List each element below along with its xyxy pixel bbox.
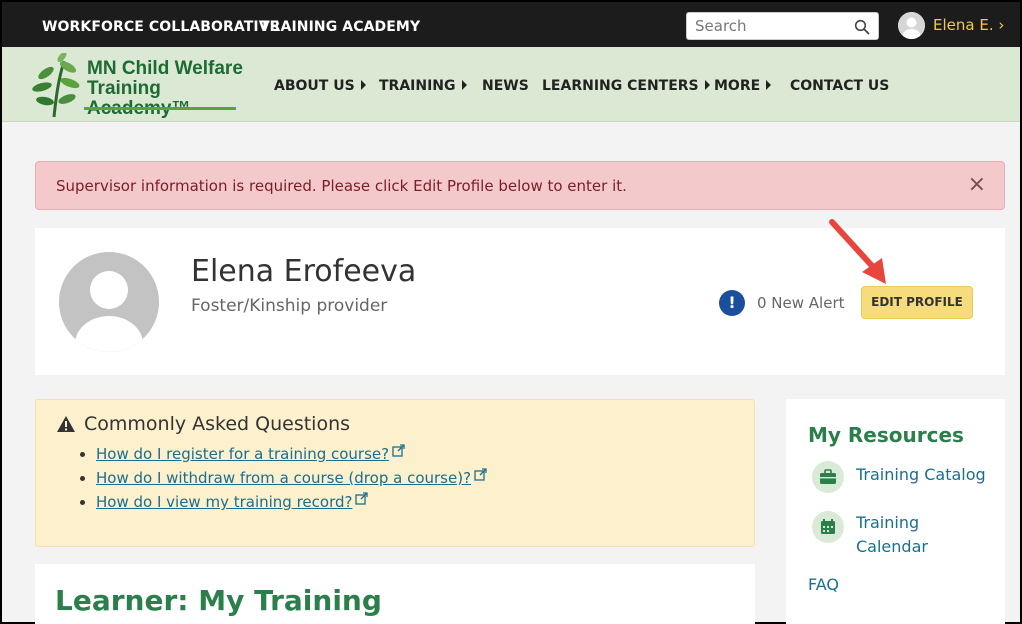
calendar-line2: Calendar	[856, 537, 928, 556]
top-bar: WORKFORCE COLLABORATIVE TRAINING ACADEMY…	[2, 2, 1020, 47]
new-alert-count[interactable]: 0 New Alert	[757, 294, 845, 312]
faq-link-register[interactable]: How do I register for a training course?	[96, 445, 389, 463]
alert-message: Supervisor information is required. Plea…	[56, 177, 627, 195]
profile-name: Elena Erofeeva	[191, 254, 417, 289]
caret-right-icon	[704, 80, 710, 90]
faq-link-withdraw[interactable]: How do I withdraw from a course (drop a …	[96, 469, 471, 487]
resources-title: My Resources	[808, 423, 964, 447]
faq-title: Commonly Asked Questions	[84, 413, 351, 435]
search-input[interactable]	[687, 13, 847, 39]
nav-about-us[interactable]: ABOUT US	[274, 78, 366, 94]
logo-line1: MN Child Welfare	[87, 58, 243, 79]
nav-news[interactable]: NEWS	[482, 78, 529, 94]
user-menu-link[interactable]: Elena E. ›	[933, 16, 1004, 34]
profile-role: Foster/Kinship provider	[191, 296, 388, 316]
nav-training-label: TRAINING	[379, 78, 456, 94]
briefcase-icon	[812, 461, 844, 493]
training-catalog-link[interactable]: Training Catalog	[856, 463, 996, 487]
nav-learning-centers[interactable]: LEARNING CENTERS	[542, 78, 710, 94]
mn-child-welfare-logo[interactable]: MN Child Welfare Training Academy™	[32, 53, 252, 119]
exclamation-icon[interactable]: !	[719, 290, 745, 316]
warning-triangle-icon	[57, 416, 75, 432]
caret-right-icon	[461, 80, 467, 90]
profile-avatar	[59, 252, 159, 352]
logo-underline	[84, 107, 236, 110]
my-resources-panel: My Resources Training Catalog Training C…	[786, 399, 1005, 624]
red-arrow-annotation	[829, 219, 886, 284]
nav-more[interactable]: MORE	[714, 78, 772, 94]
user-silhouette-icon	[59, 252, 159, 352]
list-item: How do I view my training record?	[79, 490, 487, 514]
external-link-icon	[355, 492, 369, 505]
main-nav: MN Child Welfare Training Academy™ ABOUT…	[2, 47, 1020, 122]
list-item: How do I withdraw from a course (drop a …	[79, 466, 487, 490]
nav-more-label: MORE	[714, 78, 761, 94]
nav-contact-us-label: CONTACT US	[790, 78, 890, 94]
training-calendar-link[interactable]: Training Calendar	[856, 511, 996, 559]
caret-right-icon	[360, 80, 366, 90]
external-link-icon	[474, 468, 487, 481]
learner-training-section: Learner: My Training	[35, 564, 755, 624]
commonly-asked-questions: Commonly Asked Questions How do I regist…	[35, 399, 755, 547]
calendar-icon	[812, 511, 844, 543]
training-academy-link[interactable]: TRAINING ACADEMY	[260, 19, 420, 35]
faq-list: How do I register for a training course?…	[79, 442, 487, 514]
search-box	[686, 12, 879, 40]
calendar-line1: Training	[856, 513, 920, 532]
workforce-collaborative-link[interactable]: WORKFORCE COLLABORATIVE	[42, 19, 279, 35]
section-title: Learner: My Training	[55, 584, 382, 617]
external-link-icon	[392, 444, 405, 457]
nav-training[interactable]: TRAINING	[379, 78, 467, 94]
user-avatar-icon[interactable]	[898, 12, 925, 39]
search-icon[interactable]	[854, 19, 870, 35]
leaf-logo-icon	[32, 53, 80, 118]
logo-line2: Training Academy™	[87, 78, 191, 119]
faq-link[interactable]: FAQ	[808, 575, 839, 594]
faq-link-training-record[interactable]: How do I view my training record?	[96, 493, 352, 511]
nav-about-us-label: ABOUT US	[274, 78, 355, 94]
caret-right-icon	[766, 80, 772, 90]
close-icon[interactable]: ×	[968, 174, 986, 196]
logo-text: MN Child Welfare Training Academy™	[87, 59, 252, 119]
nav-news-label: NEWS	[482, 78, 529, 94]
nav-learning-centers-label: LEARNING CENTERS	[542, 78, 699, 94]
supervisor-required-alert: Supervisor information is required. Plea…	[35, 161, 1005, 210]
nav-contact-us[interactable]: CONTACT US	[790, 78, 889, 94]
list-item: How do I register for a training course?	[79, 442, 487, 466]
